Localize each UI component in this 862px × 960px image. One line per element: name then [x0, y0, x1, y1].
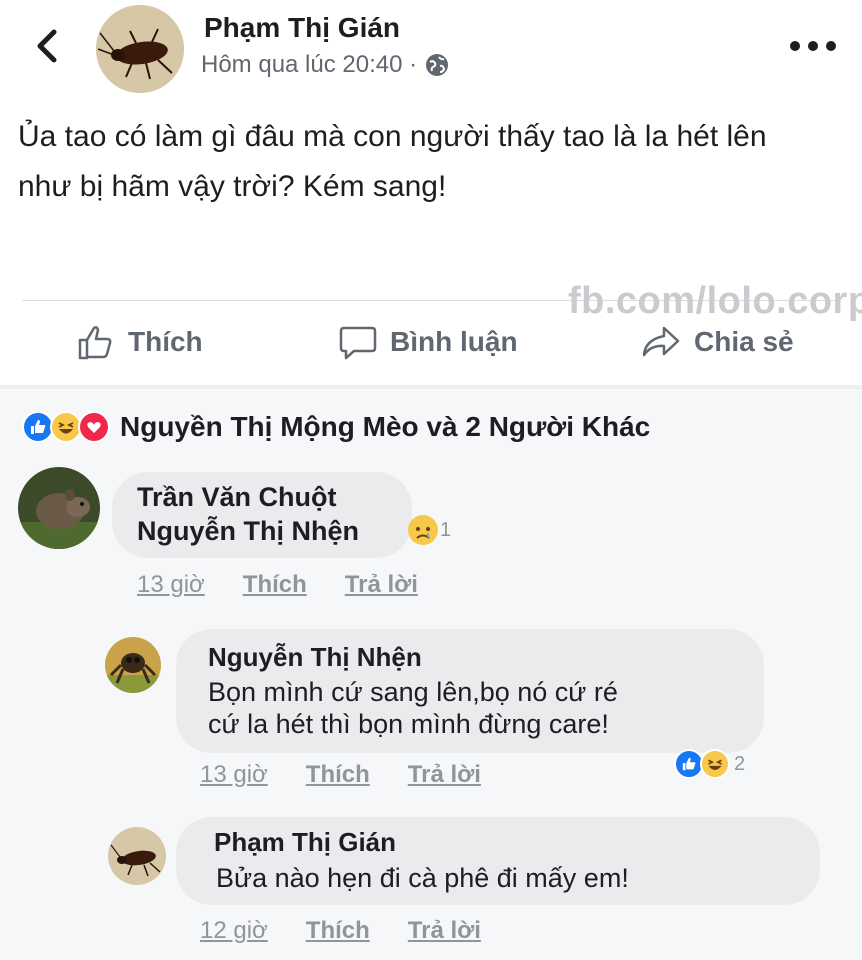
- comment-reactions[interactable]: 2: [674, 749, 745, 779]
- globe-icon: [426, 54, 449, 76]
- reaction-count: 1: [440, 518, 452, 541]
- post-meta: Hôm qua lúc 20:40 ·: [201, 51, 449, 79]
- comment-reactions[interactable]: 1: [406, 513, 451, 547]
- share-button[interactable]: Chia sẻ: [640, 322, 794, 362]
- spider-icon: [105, 637, 161, 693]
- comment-bubble-icon: [339, 326, 377, 360]
- comment-text: Bửa nào hẹn đi cà phê đi mấy em!: [216, 863, 629, 893]
- reaction-count: 2: [734, 752, 746, 775]
- mentioned-user[interactable]: Nguyễn Thị Nhện: [137, 516, 359, 547]
- comment-meta: 13 giờ Thích Trả lời: [137, 571, 418, 599]
- rat-icon: [18, 467, 100, 549]
- comment-like-link[interactable]: Thích: [306, 917, 370, 945]
- comment-meta: 12 giờ Thích Trả lời: [200, 917, 481, 945]
- post-card: Phạm Thị Gián Hôm qua lúc 20:40 · Ủa tao…: [0, 0, 862, 388]
- haha-icon: [700, 749, 730, 779]
- comment-time[interactable]: 12 giờ: [200, 917, 268, 945]
- dot-icon: [808, 41, 818, 51]
- reactions-summary-text: Nguyền Thị Mộng Mèo và 2 Người Khác: [120, 411, 651, 442]
- love-icon: [78, 411, 110, 443]
- post-author-name[interactable]: Phạm Thị Gián: [204, 12, 400, 44]
- cockroach-icon: [108, 827, 166, 885]
- comments-section: Nguyền Thị Mộng Mèo và 2 Người Khác Trần…: [0, 389, 862, 960]
- comment-text-line: cứ la hét thì bọn mình đừng care!: [208, 709, 609, 739]
- comment-reply-link[interactable]: Trả lời: [408, 917, 481, 945]
- commenter-avatar[interactable]: [18, 467, 100, 549]
- reactions-summary[interactable]: Nguyền Thị Mộng Mèo và 2 Người Khác: [22, 411, 650, 443]
- comment-label: Bình luận: [390, 326, 518, 357]
- comment-like-link[interactable]: Thích: [306, 761, 370, 789]
- comment-time[interactable]: 13 giờ: [200, 761, 268, 789]
- comment-meta: 13 giờ Thích Trả lời: [200, 761, 481, 789]
- comment-text-line: Bọn mình cứ sang lên,bọ nó cứ ré: [208, 677, 618, 707]
- like-label: Thích: [128, 326, 203, 357]
- more-options-button[interactable]: [790, 36, 836, 56]
- comment-reply-link[interactable]: Trả lời: [408, 761, 481, 789]
- comment-author[interactable]: Phạm Thị Gián: [214, 827, 396, 858]
- thumbs-up-icon: [78, 326, 112, 360]
- comment-reply-link[interactable]: Trả lời: [345, 571, 418, 599]
- comment-like-link[interactable]: Thích: [243, 571, 307, 599]
- watermark: fb.com/lolo.corp: [568, 280, 862, 322]
- dot-icon: [826, 41, 836, 51]
- dot-icon: [790, 41, 800, 51]
- comment-button[interactable]: Bình luận: [338, 322, 518, 362]
- sad-icon: [408, 515, 438, 545]
- cockroach-icon: [96, 5, 184, 93]
- commenter-avatar[interactable]: [108, 827, 166, 885]
- comment-time[interactable]: 13 giờ: [137, 571, 205, 599]
- like-button[interactable]: Thích: [76, 322, 203, 362]
- post-timestamp[interactable]: Hôm qua lúc 20:40 ·: [201, 51, 417, 79]
- commenter-avatar[interactable]: [105, 637, 161, 693]
- author-avatar[interactable]: [96, 5, 184, 93]
- share-arrow-icon: [642, 326, 680, 357]
- comment-author[interactable]: Nguyễn Thị Nhện: [208, 642, 422, 673]
- post-body: Ủa tao có làm gì đâu mà con người thấy t…: [18, 120, 767, 203]
- share-label: Chia sẻ: [694, 326, 794, 357]
- comment-author[interactable]: Trần Văn Chuột: [137, 482, 337, 513]
- back-arrow-icon[interactable]: [30, 26, 66, 66]
